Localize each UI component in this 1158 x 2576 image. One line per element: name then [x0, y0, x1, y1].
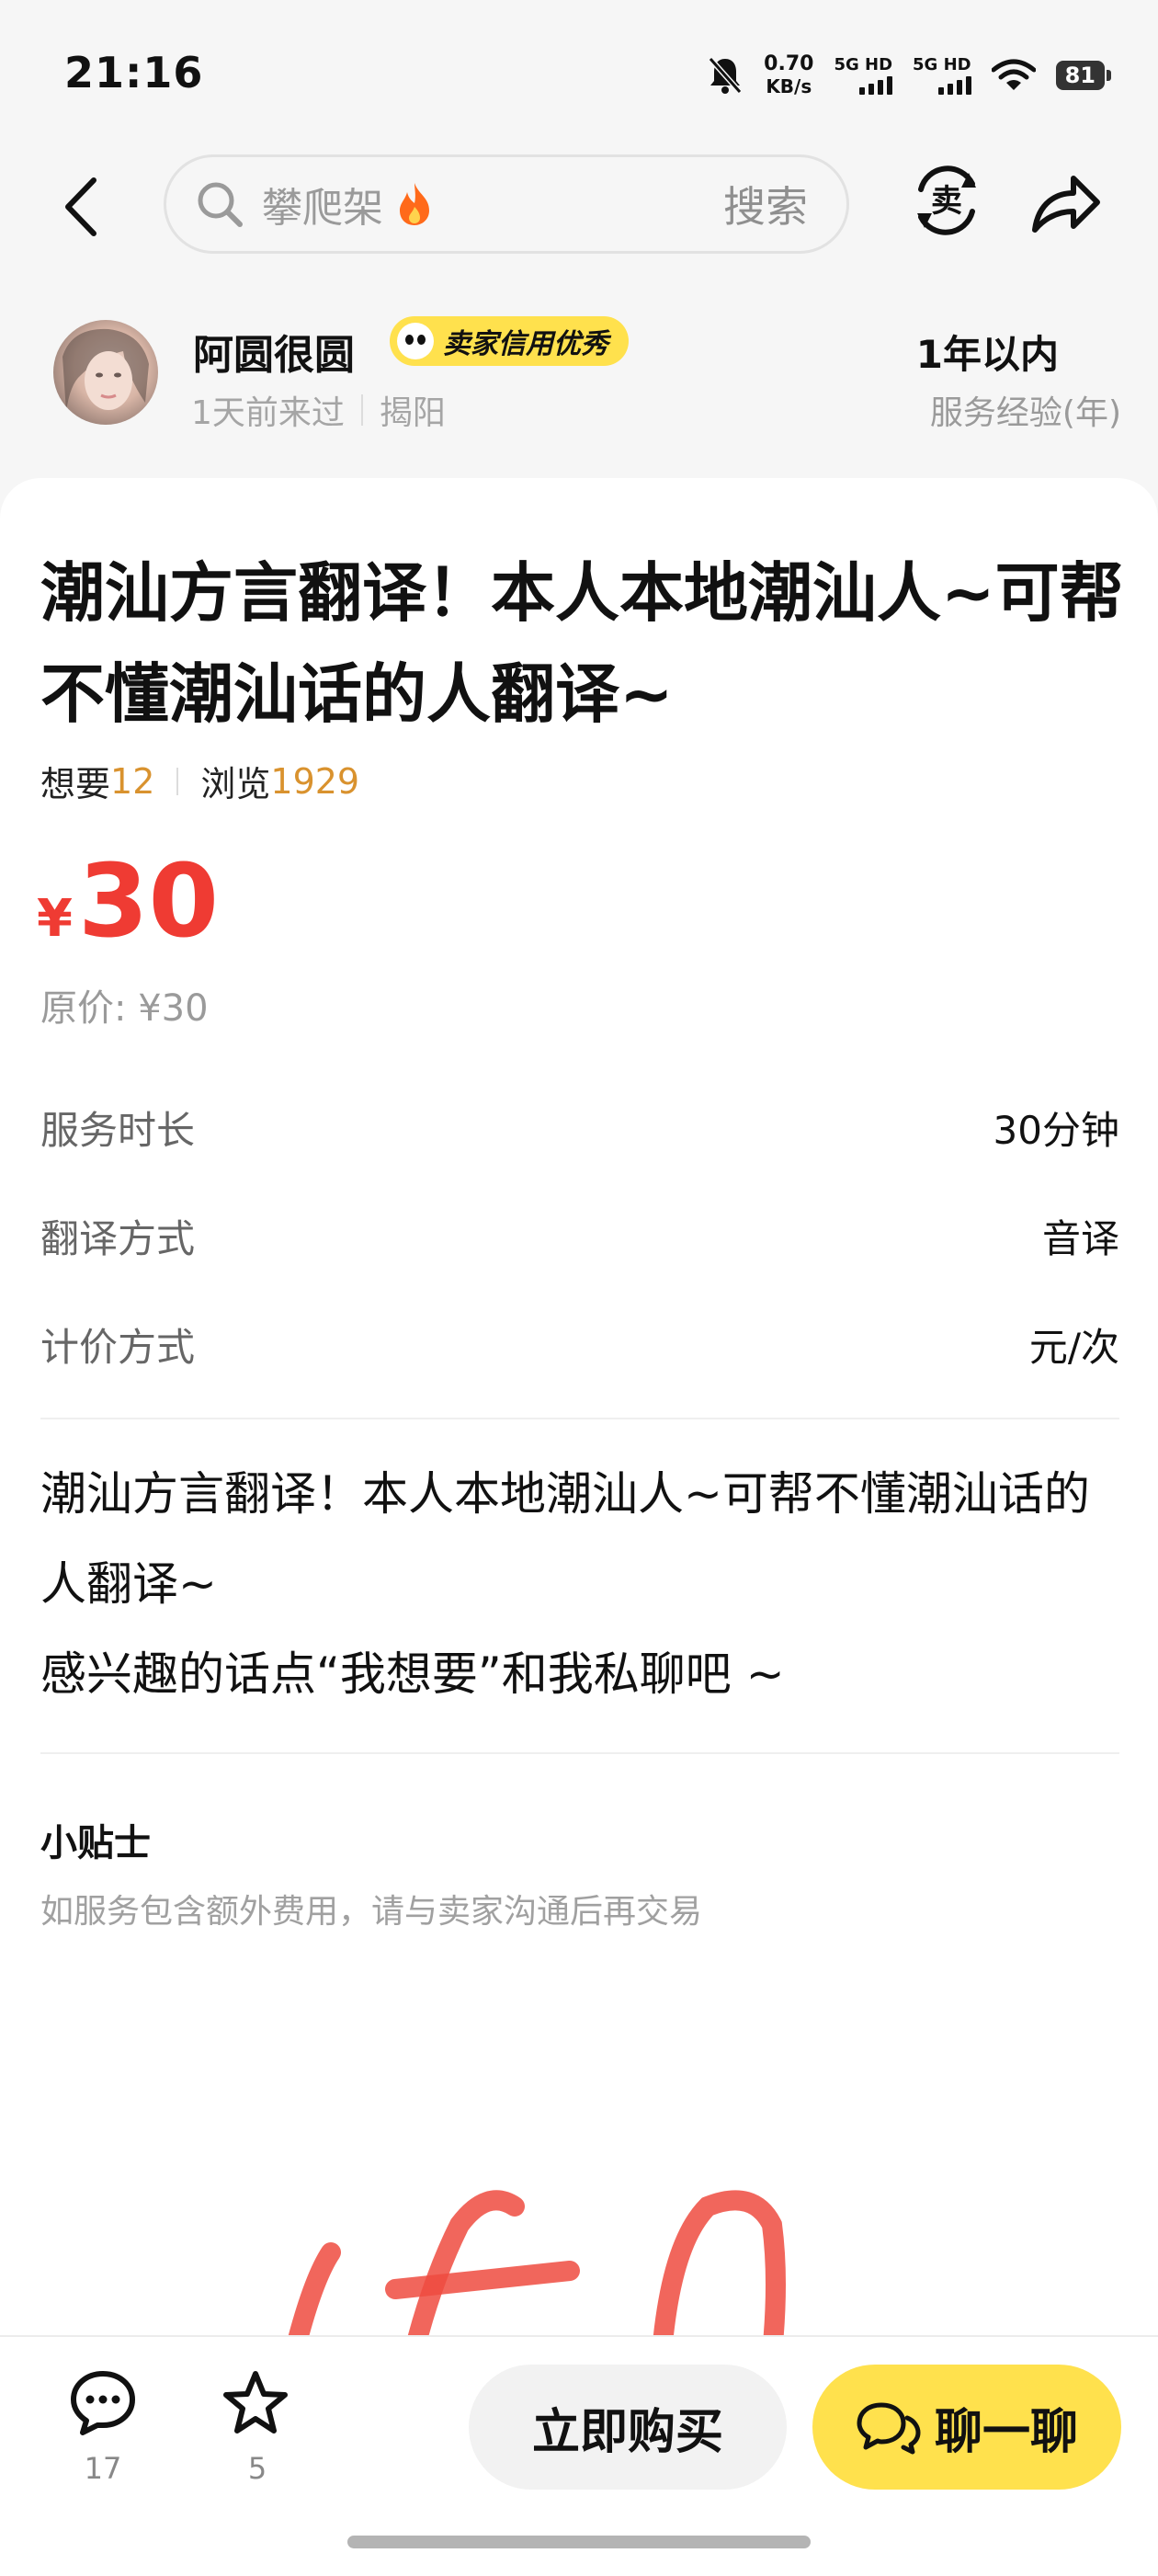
attribute-key: 服务时长: [40, 1108, 196, 1153]
service-experience-value: 1年以内: [915, 332, 1059, 377]
seller-last-seen: 1天前来过: [191, 394, 345, 432]
price-value: 30: [77, 842, 220, 960]
views-count: 1929: [270, 760, 360, 802]
sell-button[interactable]: 卖: [910, 164, 983, 237]
meta-divider: [360, 394, 363, 426]
want-label: 想要: [40, 764, 111, 804]
fire-icon: [400, 183, 429, 225]
stats-divider: [176, 767, 179, 795]
buy-now-button[interactable]: 立即购买: [469, 2365, 787, 2490]
search-icon: [198, 182, 243, 227]
signal-bars-icon: [937, 74, 971, 95]
chat-button[interactable]: 聊一聊: [812, 2365, 1121, 2490]
net-speed-value: 0.70: [764, 52, 814, 75]
signal-sim2: 5G HD: [913, 56, 971, 95]
seller-avatar[interactable]: [53, 320, 158, 425]
signal-sim1: 5G HD: [834, 55, 893, 95]
comment-count: 17: [84, 2451, 122, 2486]
net-speed-unit: KB/s: [766, 75, 812, 97]
sim2-label: 5G HD: [913, 55, 971, 74]
tips-text: 如服务包含额外费用，请与卖家沟通后再交易: [40, 1893, 703, 1931]
battery-indicator: 81: [1055, 61, 1112, 90]
back-icon[interactable]: [59, 175, 105, 239]
search-bar[interactable]: 攀爬架 搜索: [164, 154, 849, 254]
attribute-value: 元/次: [1028, 1325, 1119, 1370]
wifi-icon: [991, 59, 1036, 90]
attribute-key: 计价方式: [40, 1325, 196, 1370]
attribute-value: 30分钟: [993, 1108, 1119, 1153]
search-button[interactable]: 搜索: [723, 174, 808, 234]
share-icon[interactable]: [1026, 169, 1103, 237]
description-line: 潮汕方言翻译！本人本地潮汕人~可帮不懂潮汕话的人翻译~: [40, 1467, 1090, 1611]
network-speed: 0.70 KB/s: [764, 52, 814, 98]
item-title: 潮汕方言翻译！本人本地潮汕人~可帮不懂潮汕话的人翻译~: [40, 555, 1124, 732]
original-price: 原价: ¥30: [40, 987, 209, 1030]
seller-name[interactable]: 阿圆很圆: [193, 322, 355, 381]
sell-icon: 卖: [917, 165, 976, 235]
home-indicator[interactable]: [347, 2536, 811, 2548]
views-label: 浏览: [200, 764, 271, 804]
seller-location: 揭阳: [379, 394, 446, 432]
attribute-row: 翻译方式 音译: [40, 1208, 1119, 1264]
item-stats: 想要 12 浏览 1929: [40, 756, 359, 806]
item-image-preview[interactable]: [276, 2170, 827, 2354]
item-price: ¥ 30: [37, 846, 219, 956]
sell-icon-label: 卖: [931, 183, 962, 220]
want-count: 12: [110, 760, 155, 802]
attribute-value: 音译: [1041, 1216, 1119, 1261]
chat-icon: [857, 2402, 921, 2455]
service-experience-label: 服务经验(年): [929, 394, 1121, 432]
comment-icon[interactable]: [68, 2368, 138, 2438]
signal-bars-icon: [859, 74, 893, 95]
credit-face-icon: [397, 323, 434, 359]
attribute-row: 服务时长 30分钟: [40, 1100, 1119, 1156]
description-line: 感兴趣的话点“我想要”和我私聊吧 ~: [40, 1647, 785, 1701]
credit-badge-label: 卖家信用优秀: [443, 328, 608, 360]
favorite-count: 5: [247, 2451, 267, 2486]
star-icon[interactable]: [221, 2368, 290, 2438]
chat-button-label: 聊一聊: [934, 2404, 1078, 2460]
item-description: 潮汕方言翻译！本人本地潮汕人~可帮不懂潮汕话的人翻译~ 感兴趣的话点“我想要”和…: [40, 1449, 1125, 1719]
credit-badge: 卖家信用优秀: [390, 316, 629, 366]
sim1-label: 5G HD: [834, 55, 893, 74]
tips-title: 小贴士: [40, 1822, 151, 1864]
attribute-row: 计价方式 元/次: [40, 1316, 1119, 1373]
price-currency: ¥: [37, 889, 73, 949]
attribute-key: 翻译方式: [40, 1216, 196, 1261]
mute-bell-icon: [708, 57, 743, 94]
search-placeholder[interactable]: 攀爬架: [262, 175, 383, 234]
status-time: 21:16: [64, 48, 204, 97]
avatar-photo: [62, 328, 149, 412]
status-icons: 0.70 KB/s 5G HD 5G HD 81: [707, 52, 1112, 98]
divider: [40, 1752, 1119, 1754]
divider: [40, 1418, 1119, 1419]
seller-meta: 1天前来过 揭阳: [191, 386, 446, 434]
